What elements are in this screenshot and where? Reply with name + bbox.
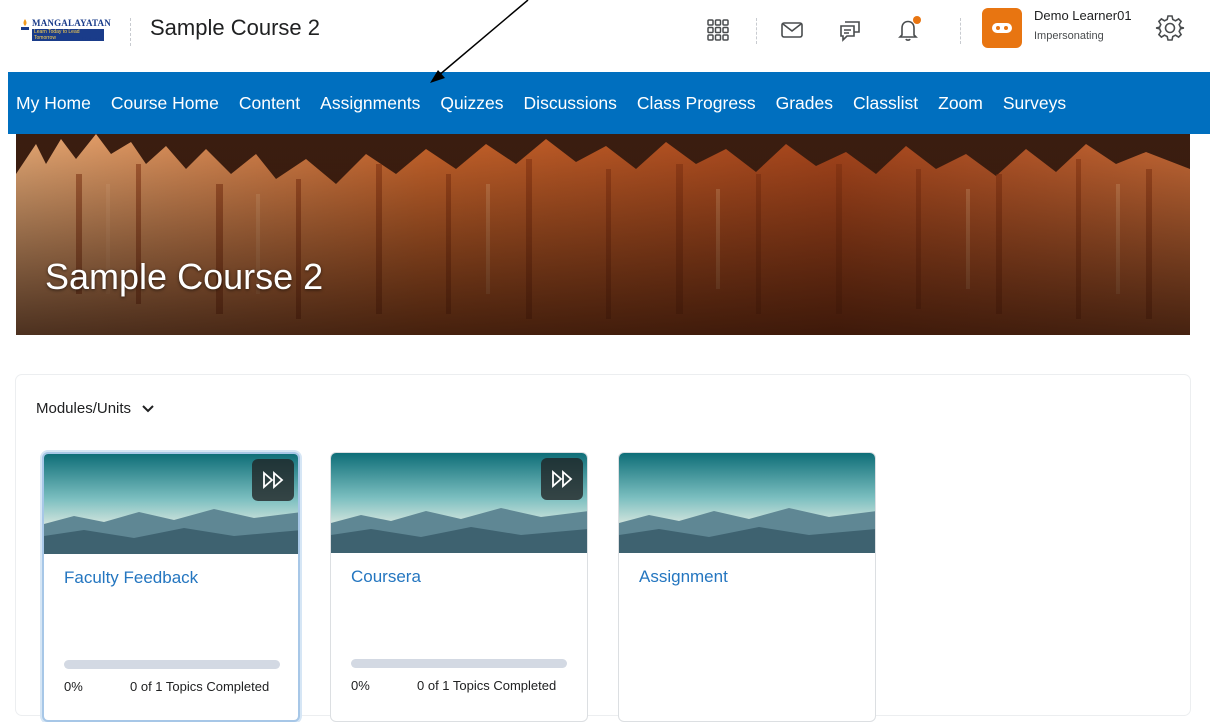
bell-icon[interactable] <box>892 14 924 46</box>
logo-sub: Online <box>82 37 100 43</box>
module-topics-completed: 0 of 1 Topics Completed <box>417 678 557 693</box>
waffle-grid-icon[interactable] <box>702 14 734 46</box>
module-card-title[interactable]: Faculty Feedback <box>64 568 198 588</box>
nav-discussions[interactable]: Discussions <box>524 93 617 114</box>
user-role: Impersonating <box>1034 30 1104 42</box>
impersonation-mask-icon <box>992 23 1012 33</box>
top-bar: MANGALAYATAN Learn Today to Lead Tomorro… <box>0 0 1210 72</box>
institution-logo[interactable]: MANGALAYATAN Learn Today to Lead Tomorro… <box>18 18 111 48</box>
avatar[interactable] <box>982 8 1022 48</box>
course-banner: Sample Course 2 <box>16 134 1190 335</box>
module-card-coursera[interactable]: Coursera 0% 0 of 1 Topics Completed <box>330 452 588 722</box>
banner-title: Sample Course 2 <box>45 256 324 297</box>
modules-dropdown-label: Modules/Units <box>36 400 132 417</box>
module-progress-percent: 0% <box>64 679 83 694</box>
course-title[interactable]: Sample Course 2 <box>150 15 320 41</box>
gear-icon[interactable] <box>1154 12 1186 44</box>
course-navbar: My Home Course Home Content Assignments … <box>8 72 1210 134</box>
nav-surveys[interactable]: Surveys <box>1003 93 1066 114</box>
logo-brand: MANGALAYATAN <box>32 18 111 28</box>
module-card-title[interactable]: Assignment <box>639 567 728 587</box>
user-name[interactable]: Demo Learner01 <box>1034 8 1132 23</box>
nav-my-home[interactable]: My Home <box>16 93 91 114</box>
notification-dot <box>913 16 921 24</box>
nav-course-home[interactable]: Course Home <box>111 93 219 114</box>
skip-to-module-button[interactable] <box>541 458 583 500</box>
module-progress-bar <box>351 659 567 668</box>
chevron-down-icon <box>142 404 154 412</box>
module-card-assignment[interactable]: Assignment <box>618 452 876 722</box>
nav-content[interactable]: Content <box>239 93 300 114</box>
nav-zoom[interactable]: Zoom <box>938 93 983 114</box>
divider <box>130 18 131 46</box>
module-card-title[interactable]: Coursera <box>351 567 421 587</box>
nav-grades[interactable]: Grades <box>776 93 833 114</box>
banner-image <box>16 134 1190 335</box>
skip-to-module-button[interactable] <box>252 459 294 501</box>
module-progress-percent: 0% <box>351 678 370 693</box>
modules-dropdown[interactable]: Modules/Units <box>36 400 155 417</box>
nav-classlist[interactable]: Classlist <box>853 93 918 114</box>
chat-icon[interactable] <box>834 14 866 46</box>
module-card-image <box>619 453 875 553</box>
fast-forward-icon <box>263 471 284 489</box>
fast-forward-icon <box>552 470 573 488</box>
nav-class-progress[interactable]: Class Progress <box>637 93 756 114</box>
module-topics-completed: 0 of 1 Topics Completed <box>130 679 270 694</box>
module-progress-bar <box>64 660 280 669</box>
logo-lamp-icon <box>21 19 29 30</box>
divider <box>960 18 961 44</box>
modules-widget: Modules/Units Faculty Feedback 0% 0 of 1… <box>16 375 1190 722</box>
divider <box>756 18 757 44</box>
nav-quizzes[interactable]: Quizzes <box>440 93 503 114</box>
mail-icon[interactable] <box>776 14 808 46</box>
module-card-faculty-feedback[interactable]: Faculty Feedback 0% 0 of 1 Topics Comple… <box>42 452 300 722</box>
nav-assignments[interactable]: Assignments <box>320 93 420 114</box>
